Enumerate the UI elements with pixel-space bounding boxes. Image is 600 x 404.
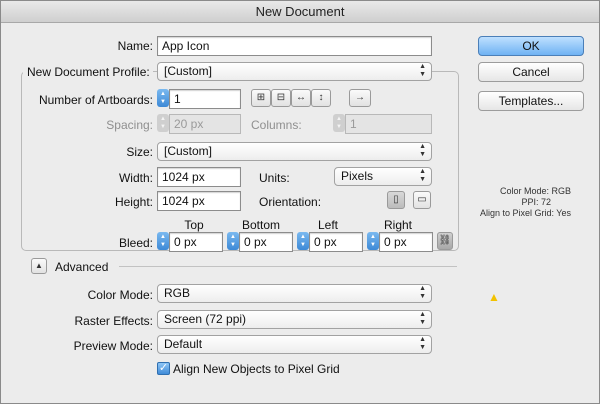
bleed-bottom-label: Bottom bbox=[241, 218, 280, 232]
summary-ppi: PPI: 72 bbox=[521, 197, 551, 207]
summary-pixel-grid: Align to Pixel Grid: Yes bbox=[479, 208, 571, 218]
summary-color-mode: Color Mode: RGB bbox=[499, 186, 571, 196]
height-input[interactable]: 1024 px bbox=[157, 191, 241, 211]
color-mode-label: Color Mode: bbox=[87, 288, 153, 302]
select-arrows-icon: ▲ ▼ bbox=[419, 168, 426, 183]
landscape-icon[interactable]: ▭ bbox=[413, 191, 431, 209]
right-to-left-layout-icon[interactable]: → bbox=[349, 89, 371, 107]
bleed-bottom-input[interactable]: 0 px bbox=[239, 232, 293, 252]
orientation-label: Orientation: bbox=[259, 195, 322, 209]
select-arrows-icon: ▲ ▼ bbox=[419, 63, 426, 78]
raster-effects-select[interactable]: Screen (72 ppi) ▲ ▼ bbox=[157, 310, 432, 329]
window-title: New Document bbox=[1, 1, 599, 23]
units-label: Units: bbox=[259, 171, 290, 185]
raster-effects-value: Screen (72 ppi) bbox=[164, 312, 247, 326]
size-select[interactable]: [Custom] ▲ ▼ bbox=[157, 142, 432, 161]
align-pixel-grid-checkbox[interactable]: ✓ bbox=[157, 362, 170, 375]
new-document-dialog: New Document Name: App Icon New Document… bbox=[0, 0, 600, 404]
height-label: Height: bbox=[114, 195, 153, 209]
artboards-label: Number of Artboards: bbox=[38, 93, 153, 107]
select-arrows-icon: ▲ ▼ bbox=[419, 143, 426, 158]
profile-label: New Document Profile: bbox=[23, 65, 153, 79]
bleed-right-input[interactable]: 0 px bbox=[379, 232, 433, 252]
warning-icon: ▲ bbox=[488, 290, 500, 304]
artboards-input[interactable]: 1 bbox=[169, 89, 241, 109]
bleed-left-label: Left bbox=[317, 218, 338, 232]
bleed-left-stepper-icon[interactable]: ▲ ▼ bbox=[297, 232, 309, 250]
advanced-label: Advanced bbox=[55, 260, 109, 274]
spacing-stepper-icon: ▲ ▼ bbox=[157, 114, 169, 132]
raster-effects-label: Raster Effects: bbox=[74, 314, 153, 328]
artboards-stepper-icon[interactable]: ▲ ▼ bbox=[157, 89, 169, 107]
bleed-label: Bleed: bbox=[118, 236, 153, 250]
select-arrows-icon: ▲ ▼ bbox=[419, 336, 426, 351]
bleed-right-label: Right bbox=[383, 218, 412, 232]
width-input[interactable]: 1024 px bbox=[157, 167, 241, 187]
bleed-top-input[interactable]: 0 px bbox=[169, 232, 223, 252]
cancel-button[interactable]: Cancel bbox=[478, 62, 584, 82]
portrait-icon[interactable]: ▯ bbox=[387, 191, 405, 209]
grid-by-column-icon[interactable]: ⊟ bbox=[271, 89, 291, 107]
units-select[interactable]: Pixels ▲ ▼ bbox=[334, 167, 432, 186]
grid-by-row-icon[interactable]: ⊞ bbox=[251, 89, 271, 107]
templates-button[interactable]: Templates... bbox=[478, 91, 584, 111]
units-value: Pixels bbox=[341, 169, 374, 183]
ok-button[interactable]: OK bbox=[478, 36, 584, 56]
profile-select[interactable]: [Custom] ▲ ▼ bbox=[157, 62, 432, 81]
size-label: Size: bbox=[126, 145, 153, 159]
columns-label: Columns: bbox=[251, 118, 302, 132]
color-mode-value: RGB bbox=[164, 286, 191, 300]
columns-stepper-icon: ▲ ▼ bbox=[333, 114, 345, 132]
size-value: [Custom] bbox=[164, 144, 213, 158]
bleed-top-stepper-icon[interactable]: ▲ ▼ bbox=[157, 232, 169, 250]
advanced-divider bbox=[119, 266, 457, 267]
select-arrows-icon: ▲ ▼ bbox=[419, 311, 426, 326]
bleed-top-label: Top bbox=[184, 218, 204, 232]
advanced-disclosure-icon[interactable]: ▲ bbox=[31, 258, 47, 274]
name-input[interactable]: App Icon bbox=[157, 36, 432, 56]
profile-value: [Custom] bbox=[164, 64, 213, 78]
preview-mode-value: Default bbox=[164, 337, 203, 351]
preview-mode-select[interactable]: Default ▲ ▼ bbox=[157, 335, 432, 354]
arrange-by-column-icon[interactable]: ↕ bbox=[311, 89, 331, 107]
bleed-bottom-stepper-icon[interactable]: ▲ ▼ bbox=[227, 232, 239, 250]
bleed-right-stepper-icon[interactable]: ▲ ▼ bbox=[367, 232, 379, 250]
link-bleed-icon[interactable]: ⛓ bbox=[437, 232, 453, 250]
select-arrows-icon: ▲ ▼ bbox=[419, 285, 426, 300]
width-label: Width: bbox=[118, 171, 153, 185]
arrange-by-row-icon[interactable]: ↔ bbox=[291, 89, 311, 107]
spacing-input: 20 px bbox=[169, 114, 241, 134]
align-pixel-grid-label: Align New Objects to Pixel Grid bbox=[173, 362, 340, 376]
name-label: Name: bbox=[117, 39, 153, 53]
columns-input: 1 bbox=[345, 114, 432, 134]
preview-mode-label: Preview Mode: bbox=[73, 339, 153, 353]
bleed-left-input[interactable]: 0 px bbox=[309, 232, 363, 252]
spacing-label: Spacing: bbox=[106, 118, 153, 132]
color-mode-select[interactable]: RGB ▲ ▼ bbox=[157, 284, 432, 303]
